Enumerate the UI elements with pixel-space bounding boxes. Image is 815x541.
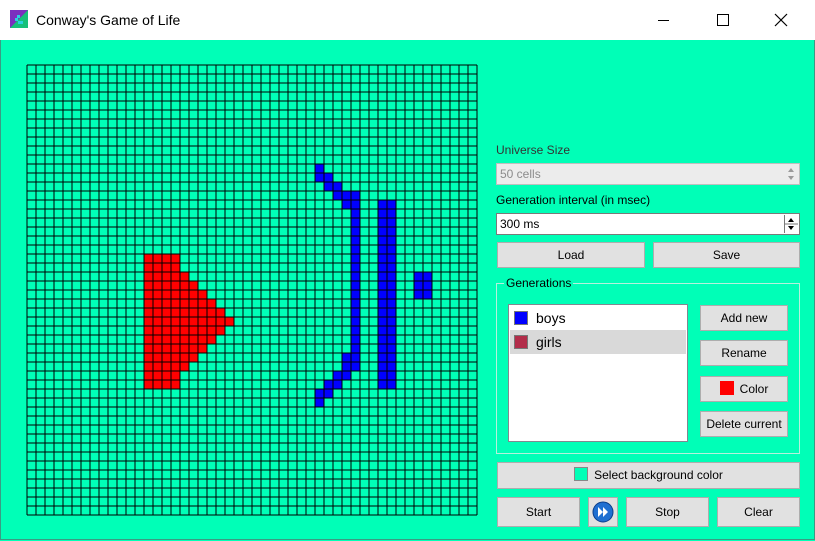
live-cell-boys[interactable] <box>351 290 360 299</box>
generation-name: girls <box>536 334 562 350</box>
girls-color-swatch <box>514 335 528 349</box>
live-cell-girls[interactable] <box>144 308 225 317</box>
live-cell-boys[interactable] <box>351 218 360 227</box>
live-cell-boys[interactable] <box>351 209 360 218</box>
color-button[interactable]: Color <box>700 376 788 402</box>
window-title: Conway's Game of Life <box>36 12 181 28</box>
maximize-icon <box>717 14 729 26</box>
title-bar: Conway's Game of Life <box>0 0 815 40</box>
live-cell-boys[interactable] <box>351 236 360 245</box>
clear-label: Clear <box>744 505 773 519</box>
start-label: Start <box>525 505 552 519</box>
universe-size-value: 50 cells <box>500 167 541 181</box>
game-of-life-app-icon <box>10 10 28 28</box>
stop-label: Stop <box>655 505 680 519</box>
live-cell-boys[interactable] <box>351 245 360 254</box>
save-button-label: Save <box>712 248 741 262</box>
background-swatch-icon <box>574 467 589 481</box>
generations-group-title: Generations <box>504 276 574 290</box>
live-cell-boys[interactable] <box>351 344 360 353</box>
interval-label: Generation interval (in msec) <box>496 193 651 207</box>
game-board[interactable] <box>26 64 478 516</box>
live-cell-boys[interactable] <box>351 281 360 290</box>
maximize-button[interactable] <box>700 0 746 40</box>
close-button[interactable] <box>758 0 804 40</box>
add-new-label: Add new <box>720 311 768 325</box>
generation-name: boys <box>536 310 566 326</box>
select-background-label: Select background color <box>594 468 723 482</box>
rename-button[interactable]: Rename <box>700 340 788 366</box>
add-new-button[interactable]: Add new <box>700 305 788 331</box>
live-cell-boys[interactable] <box>351 308 360 317</box>
list-item-boys[interactable]: boys <box>510 306 686 330</box>
interval-value: 300 ms <box>500 217 540 231</box>
live-cell-boys[interactable] <box>351 317 360 326</box>
live-cell-girls[interactable] <box>144 272 189 281</box>
color-label: Color <box>739 382 769 396</box>
save-button[interactable]: Save <box>653 242 800 268</box>
live-cell-boys[interactable] <box>315 164 324 173</box>
live-cell-boys[interactable] <box>351 263 360 272</box>
universe-size-label: Universe Size <box>496 143 571 157</box>
universe-size-spinbox[interactable]: 50 cells <box>496 163 800 185</box>
load-button[interactable]: Load <box>497 242 645 268</box>
spin-arrows-icon <box>788 168 794 180</box>
live-cell-boys[interactable] <box>351 254 360 263</box>
live-cell-girls[interactable] <box>144 326 225 335</box>
live-cell-boys[interactable] <box>351 299 360 308</box>
step-button[interactable] <box>588 497 618 527</box>
minimize-icon <box>658 20 669 21</box>
list-item-girls[interactable]: girls <box>510 330 686 354</box>
stop-button[interactable]: Stop <box>626 497 709 527</box>
color-swatch-icon <box>719 381 734 395</box>
delete-current-label: Delete current <box>706 417 782 431</box>
load-button-label: Load <box>557 248 585 262</box>
spin-arrows-icon <box>784 215 798 233</box>
clear-button[interactable]: Clear <box>717 497 800 527</box>
select-background-button[interactable]: Select background color <box>497 462 800 489</box>
interval-spinbox[interactable]: 300 ms <box>496 213 800 235</box>
live-cell-boys[interactable] <box>315 398 324 407</box>
live-cell-boys[interactable] <box>333 191 360 200</box>
close-icon <box>774 13 788 27</box>
rename-label: Rename <box>721 346 767 360</box>
live-cell-boys[interactable] <box>351 326 360 335</box>
live-cell-boys[interactable] <box>351 272 360 281</box>
start-button[interactable]: Start <box>497 497 580 527</box>
live-cell-boys[interactable] <box>351 335 360 344</box>
live-cell-girls[interactable] <box>144 362 189 371</box>
fast-forward-icon <box>592 501 614 523</box>
delete-current-button[interactable]: Delete current <box>700 411 788 437</box>
boys-color-swatch <box>514 311 528 325</box>
live-cell-boys[interactable] <box>351 227 360 236</box>
minimize-button[interactable] <box>648 0 694 40</box>
generations-list[interactable]: boys girls <box>508 304 688 442</box>
